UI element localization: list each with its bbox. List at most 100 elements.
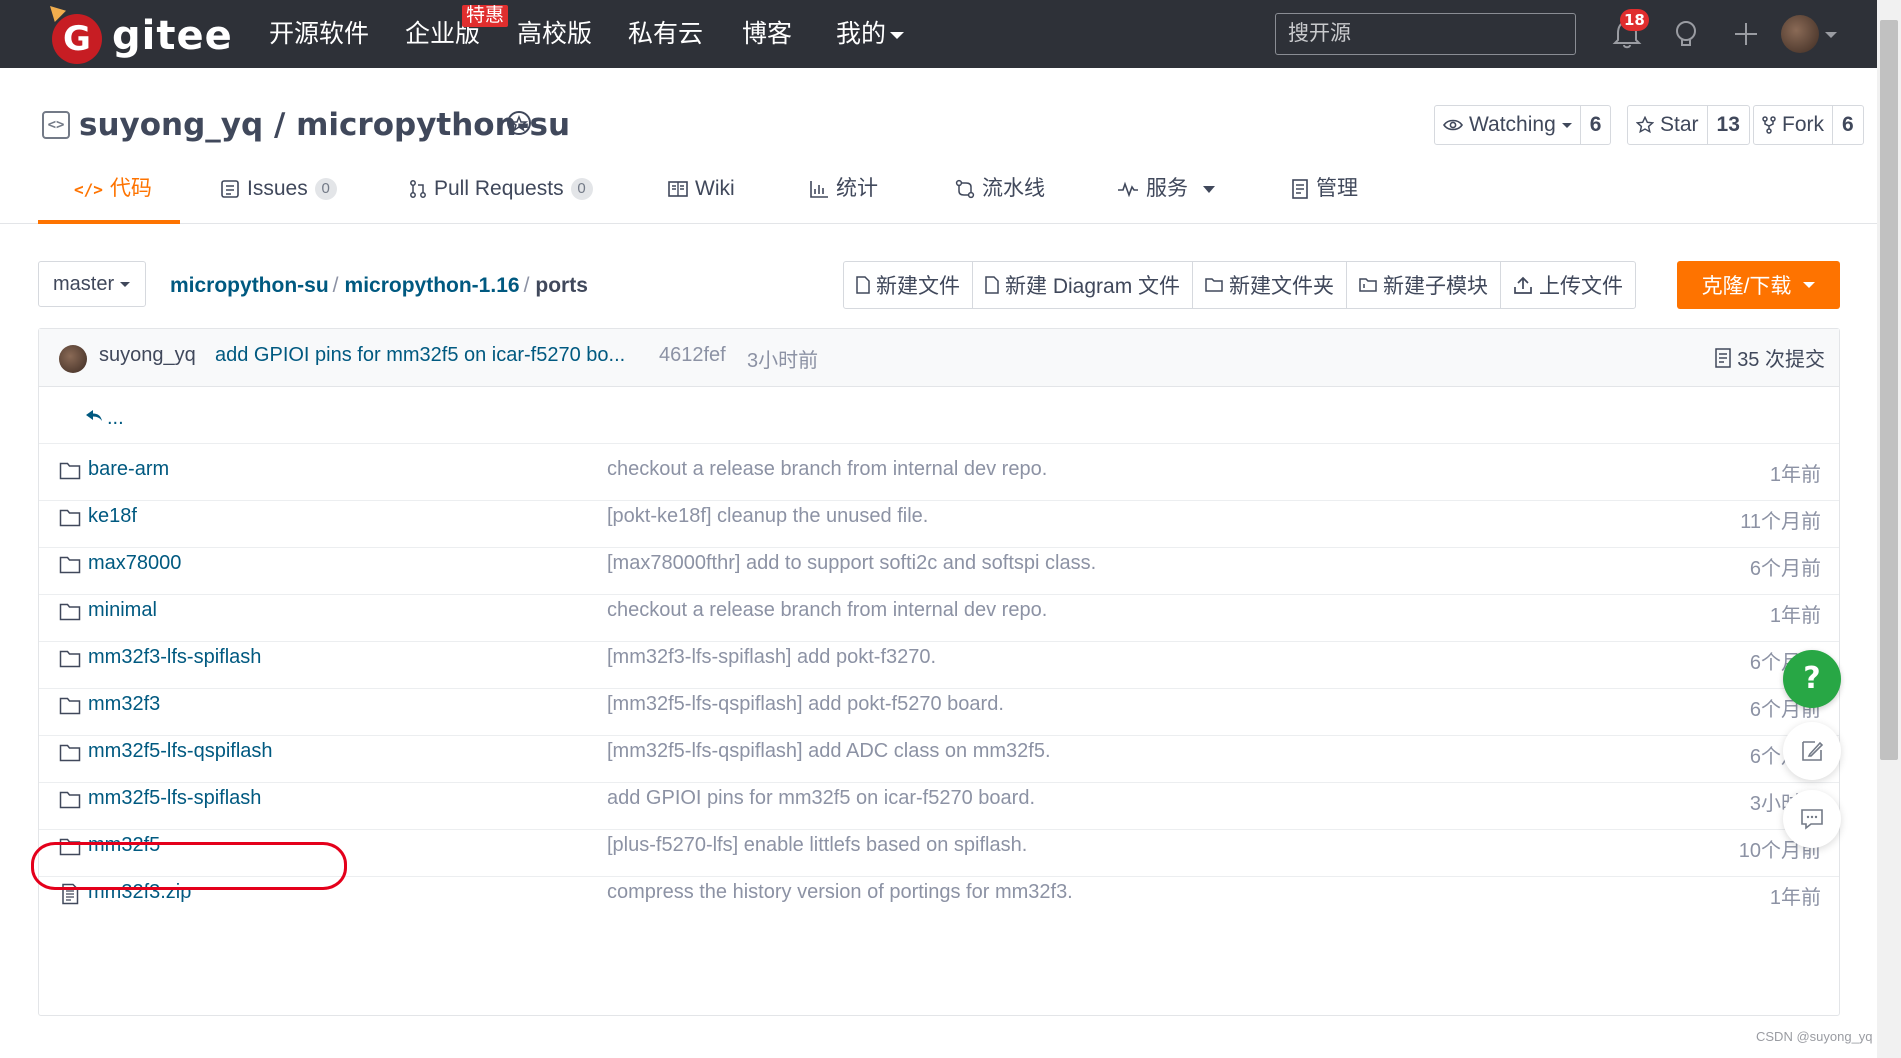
chevron-down-icon: [120, 281, 131, 287]
badge-icon[interactable]: [503, 108, 535, 140]
folder-icon: [59, 650, 81, 668]
commit-message[interactable]: add GPIOI pins for mm32f5 on icar-f5270 …: [215, 344, 625, 367]
file-icon: [856, 276, 870, 294]
file-name[interactable]: ke18f: [88, 505, 137, 528]
fork-button[interactable]: Fork: [1754, 106, 1833, 144]
watch-button[interactable]: Watching: [1435, 106, 1581, 144]
breadcrumb-folder[interactable]: micropython-1.16: [345, 274, 520, 297]
eye-icon: [1443, 119, 1463, 131]
new-file-label: 新建文件: [876, 275, 960, 298]
tab-stats[interactable]: 统计: [809, 174, 878, 204]
chat-button[interactable]: [1783, 790, 1841, 848]
file-commit-message[interactable]: [pokt-ke18f] cleanup the unused file.: [607, 505, 928, 528]
tab-code-label: 代码: [109, 177, 152, 200]
book-icon: [668, 181, 688, 197]
file-commit-message[interactable]: [max78000fthr] add to support softi2c an…: [607, 552, 1096, 575]
tab-wiki[interactable]: Wiki: [668, 174, 735, 204]
file-commit-message[interactable]: compress the history version of portings…: [607, 881, 1073, 904]
help-button[interactable]: ?: [1783, 650, 1841, 708]
tab-pipeline[interactable]: 流水线: [955, 174, 1045, 204]
back-arrow-icon: [86, 410, 102, 421]
new-submodule-label: 新建子模块: [1383, 275, 1489, 298]
commit-sha[interactable]: 4612fef: [659, 344, 726, 367]
fork-count[interactable]: 6: [1833, 106, 1863, 144]
logo-text: gitee: [112, 13, 233, 59]
star-button[interactable]: Star: [1628, 106, 1708, 144]
file-name[interactable]: max78000: [88, 552, 181, 575]
folder-icon: [59, 509, 81, 527]
pull-requests-count-badge: 0: [570, 178, 593, 200]
file-commit-message[interactable]: [mm32f3-lfs-spiflash] add pokt-f3270.: [607, 646, 936, 669]
user-avatar[interactable]: [1781, 15, 1819, 53]
new-folder-button[interactable]: 新建文件夹: [1193, 262, 1348, 308]
tab-services[interactable]: 服务: [1117, 174, 1215, 204]
nav-blog[interactable]: 博客: [742, 16, 792, 52]
commit-author[interactable]: suyong_yq: [99, 344, 196, 367]
file-commit-message[interactable]: [mm32f5-lfs-qspiflash] add ADC class on …: [607, 740, 1051, 763]
file-name[interactable]: minimal: [88, 599, 157, 622]
tab-pull-requests-label: Pull Requests: [434, 177, 564, 200]
commit-count-link[interactable]: 35 次提交: [1715, 343, 1825, 372]
tab-issues-label: Issues: [247, 177, 308, 200]
nav-education[interactable]: 高校版: [517, 16, 592, 52]
file-name[interactable]: mm32f3: [88, 693, 160, 716]
code-repo-icon: <>: [42, 111, 70, 139]
chevron-down-icon: [1803, 282, 1816, 288]
commit-author-avatar[interactable]: [59, 345, 87, 373]
file-commit-message[interactable]: add GPIOI pins for mm32f5 on icar-f5270 …: [607, 787, 1035, 810]
upload-file-button[interactable]: 上传文件: [1501, 262, 1635, 308]
new-submodule-button[interactable]: 新建子模块: [1347, 262, 1502, 308]
file-name[interactable]: bare-arm: [88, 458, 169, 481]
avatar-chevron-down-icon[interactable]: [1825, 32, 1837, 38]
file-commit-message[interactable]: [plus-f5270-lfs] enable littlefs based o…: [607, 834, 1027, 857]
bar-chart-icon: [810, 181, 828, 198]
branch-selector[interactable]: master: [38, 261, 146, 307]
chevron-down-icon: [1203, 185, 1215, 193]
nav-open-source[interactable]: 开源软件: [269, 16, 369, 52]
clone-download-button[interactable]: 克隆/下载: [1677, 261, 1840, 309]
search-input[interactable]: [1275, 13, 1576, 55]
file-name[interactable]: mm32f3-lfs-spiflash: [88, 646, 261, 669]
star-count[interactable]: 13: [1708, 106, 1749, 144]
new-file-button[interactable]: 新建文件: [844, 262, 973, 308]
file-commit-message[interactable]: checkout a release branch from internal …: [607, 599, 1047, 622]
feedback-edit-button[interactable]: [1783, 722, 1841, 780]
watch-button-group: Watching 6: [1434, 105, 1612, 145]
repo-title: suyong_yq / micropython-su: [79, 104, 570, 146]
tab-settings[interactable]: 管理: [1291, 174, 1358, 204]
tab-stats-label: 统计: [836, 177, 878, 200]
plus-icon[interactable]: [1726, 14, 1766, 54]
breadcrumb-separator: /: [523, 274, 530, 297]
breadcrumb: micropython-su / micropython-1.16/ports: [170, 271, 588, 301]
repo-tabs: </> 代码 Issues 0 Pull Requests 0 Wiki 统计 …: [0, 160, 1877, 224]
tab-pipeline-label: 流水线: [982, 177, 1045, 200]
folder-icon: [59, 556, 81, 574]
watermark: CSDN @suyong_yq: [1756, 1029, 1873, 1044]
breadcrumb-repo[interactable]: micropython-su: [170, 274, 329, 297]
highlight-annotation: [31, 842, 347, 890]
repo-owner-link[interactable]: suyong_yq: [79, 107, 263, 143]
fork-button-group: Fork 6: [1753, 105, 1864, 145]
scrollbar-thumb[interactable]: [1880, 20, 1898, 760]
file-commit-message[interactable]: checkout a release branch from internal …: [607, 458, 1047, 481]
lightbulb-icon[interactable]: [1666, 14, 1706, 54]
file-name[interactable]: mm32f5-lfs-qspiflash: [88, 740, 273, 763]
parent-directory-row[interactable]: ...: [39, 387, 1839, 444]
star-button-group: Star 13: [1627, 105, 1750, 145]
tab-pull-requests[interactable]: Pull Requests 0: [409, 174, 593, 204]
tab-issues[interactable]: Issues 0: [220, 174, 337, 204]
gitee-logo[interactable]: G gitee: [50, 6, 232, 64]
notification-count-badge: 18: [1620, 9, 1649, 31]
watch-count[interactable]: 6: [1581, 106, 1611, 144]
new-diagram-button[interactable]: 新建 Diagram 文件: [973, 262, 1194, 308]
star-label: Star: [1660, 113, 1699, 136]
new-folder-label: 新建文件夹: [1229, 275, 1335, 298]
issues-count-badge: 0: [314, 178, 337, 200]
file-name[interactable]: mm32f5-lfs-spiflash: [88, 787, 261, 810]
nav-mine-menu[interactable]: 我的: [836, 16, 905, 52]
code-icon: </>: [74, 179, 103, 199]
parent-directory-link[interactable]: ...: [107, 407, 124, 430]
file-commit-message[interactable]: [mm32f5-lfs-qspiflash] add pokt-f5270 bo…: [607, 693, 1004, 716]
nav-private-cloud[interactable]: 私有云: [628, 16, 703, 52]
tab-code[interactable]: </> 代码: [74, 174, 152, 204]
